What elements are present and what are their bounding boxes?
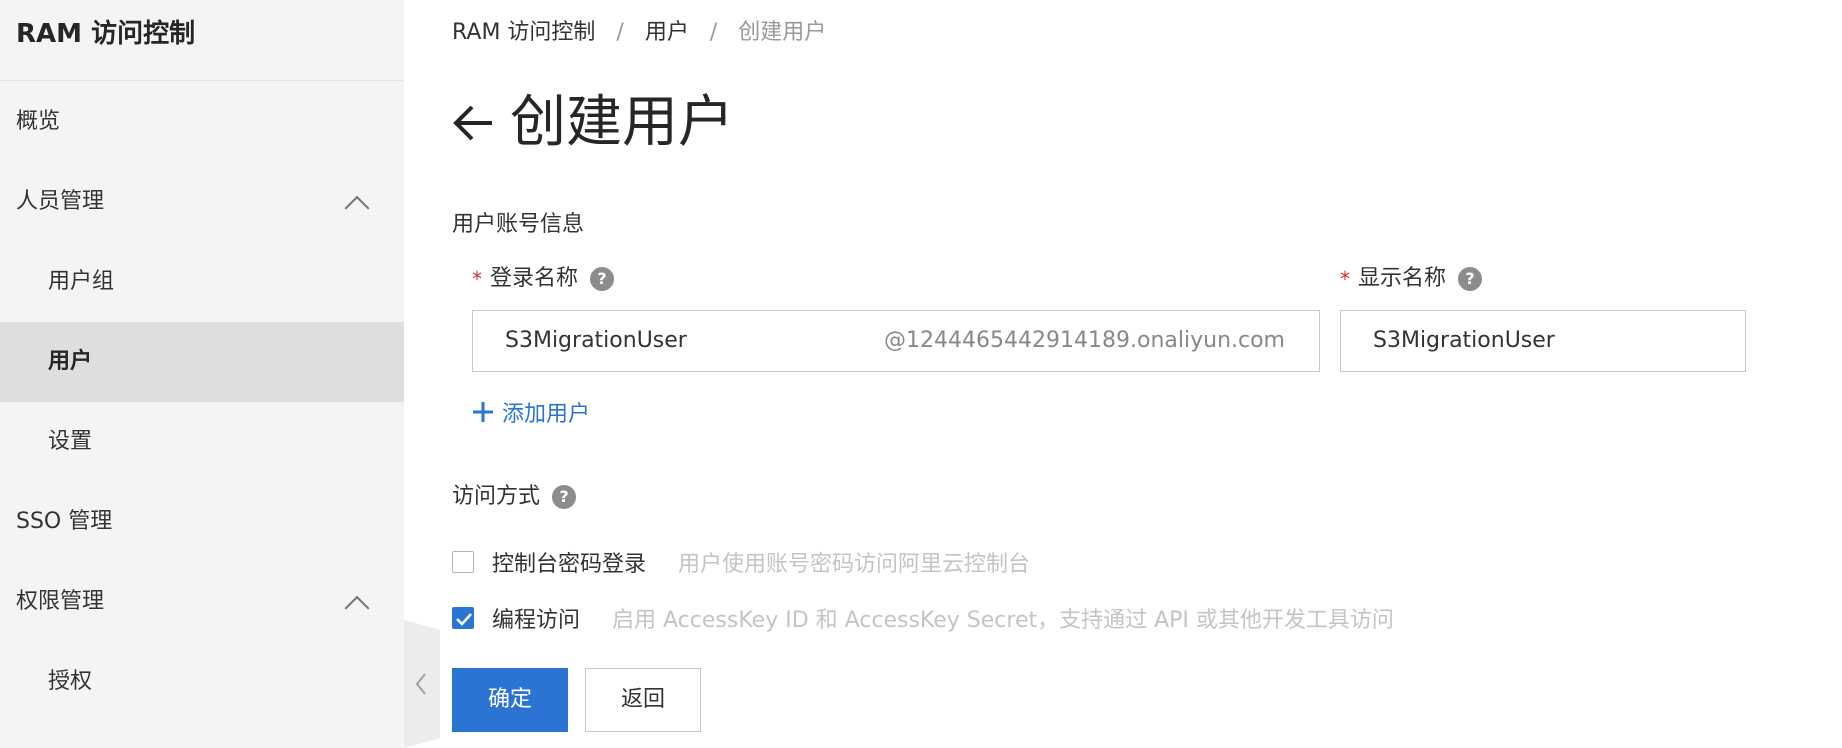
console-login-checkbox[interactable]	[452, 551, 474, 573]
sidebar-item-label: 概览	[16, 109, 61, 134]
breadcrumb: RAM 访问控制 / 用户 / 创建用户	[452, 16, 826, 50]
sidebar-item-permission-management[interactable]: 权限管理	[0, 562, 404, 642]
login-name-domain-suffix: @1244465442914189.onaliyun.com	[884, 328, 1285, 353]
page-header: 创建用户	[452, 88, 734, 158]
help-icon[interactable]: ?	[1458, 267, 1483, 291]
sidebar-item-users[interactable]: 用户	[0, 322, 404, 402]
login-name-value: S3MigrationUser	[505, 328, 687, 353]
sidebar-item-settings[interactable]: 设置	[0, 402, 404, 482]
breadcrumb-item-ram[interactable]: RAM 访问控制	[452, 20, 595, 45]
programmatic-access-label: 编程访问	[492, 608, 581, 633]
login-name-label-text: 登录名称	[490, 266, 579, 291]
back-button[interactable]: 返回	[585, 668, 701, 732]
display-name-input[interactable]: S3MigrationUser	[1340, 310, 1746, 372]
sidebar-item-label: 设置	[48, 429, 93, 454]
add-user-link[interactable]: 添加用户	[472, 394, 590, 430]
breadcrumb-item-users[interactable]: 用户	[645, 20, 689, 45]
plus-icon	[473, 402, 493, 422]
login-name-label: * 登录名称 ?	[472, 262, 615, 296]
programmatic-access-hint: 启用 AccessKey ID 和 AccessKey Secret，支持通过 …	[612, 608, 1394, 633]
main-content: RAM 访问控制 / 用户 / 创建用户 创建用户 用户账号信息 * 登录名称 …	[452, 0, 1842, 748]
back-arrow-icon[interactable]	[452, 103, 494, 143]
sidebar-item-label: 人员管理	[16, 189, 105, 214]
help-icon[interactable]: ?	[590, 267, 615, 291]
access-method-label: 访问方式 ?	[452, 480, 577, 514]
access-method-label-text: 访问方式	[452, 484, 541, 509]
confirm-button[interactable]: 确定	[452, 668, 568, 732]
sidebar-collapse-handle[interactable]	[404, 620, 440, 748]
sidebar-divider	[0, 80, 404, 81]
programmatic-access-option[interactable]: 编程访问 启用 AccessKey ID 和 AccessKey Secret，…	[452, 600, 1394, 636]
sidebar-item-sso-management[interactable]: SSO 管理	[0, 482, 404, 562]
login-name-input[interactable]: S3MigrationUser @1244465442914189.onaliy…	[472, 310, 1320, 372]
breadcrumb-item-current: 创建用户	[738, 20, 827, 45]
display-name-label-text: 显示名称	[1358, 266, 1447, 291]
chevron-up-icon[interactable]	[344, 595, 370, 610]
sidebar-item-label: 用户组	[48, 269, 115, 294]
add-user-label: 添加用户	[502, 402, 591, 427]
breadcrumb-separator: /	[709, 20, 718, 45]
console-login-label: 控制台密码登录	[492, 552, 647, 577]
sidebar-item-user-groups[interactable]: 用户组	[0, 242, 404, 322]
sidebar-item-people-management[interactable]: 人员管理	[0, 162, 404, 242]
chevron-up-icon[interactable]	[344, 195, 370, 210]
sidebar-item-label: 权限管理	[16, 589, 105, 614]
sidebar: RAM 访问控制 概览 人员管理 用户组 用户 设置 SSO 管理 权限管理 授…	[0, 0, 404, 748]
section-account-info: 用户账号信息	[452, 212, 585, 237]
sidebar-item-overview[interactable]: 概览	[0, 82, 404, 162]
sidebar-title: RAM 访问控制	[16, 19, 196, 49]
programmatic-access-checkbox[interactable]	[452, 607, 474, 629]
required-mark: *	[472, 267, 482, 291]
help-icon[interactable]: ?	[552, 485, 577, 509]
required-mark: *	[1340, 267, 1350, 291]
display-name-label: * 显示名称 ?	[1340, 262, 1483, 296]
page-title: 创建用户	[510, 90, 734, 155]
checkmark-icon	[456, 613, 472, 626]
sidebar-item-grants[interactable]: 授权	[0, 642, 404, 722]
breadcrumb-separator: /	[616, 20, 624, 45]
sidebar-item-label: SSO 管理	[16, 509, 113, 534]
sidebar-item-label: 用户	[48, 349, 93, 374]
console-login-hint: 用户使用账号密码访问阿里云控制台	[678, 552, 1031, 577]
console-login-option[interactable]: 控制台密码登录 用户使用账号密码访问阿里云控制台	[452, 544, 1030, 580]
sidebar-item-label: 授权	[48, 669, 93, 694]
display-name-value: S3MigrationUser	[1373, 328, 1555, 353]
